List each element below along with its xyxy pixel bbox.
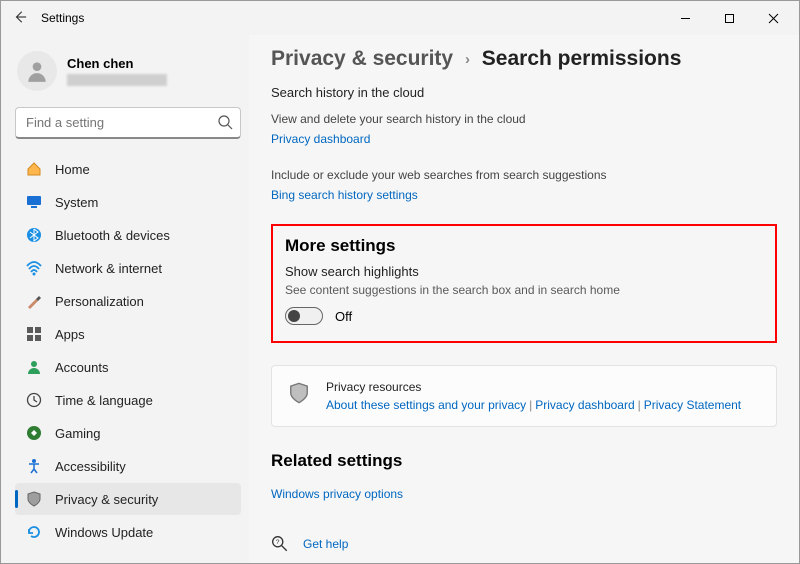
svg-text:?: ? [276,539,280,546]
privacy-dashboard-link[interactable]: Privacy dashboard [535,398,634,412]
sidebar-item-home[interactable]: Home [15,153,241,185]
gaming-icon [25,424,43,442]
time-icon [25,391,43,409]
shield-icon [288,382,310,404]
privacy-statement-link[interactable]: Privacy Statement [644,398,741,412]
get-help-link[interactable]: ? Get help [271,535,777,553]
profile-email [67,74,167,86]
close-button[interactable] [751,3,795,33]
sidebar-item-accessibility[interactable]: Accessibility [15,450,241,482]
bing-history-section: Include or exclude your web searches fro… [271,168,777,204]
help-icon: ? [271,535,289,553]
search-icon [217,114,233,130]
sidebar-item-label: Network & internet [55,261,162,276]
system-icon [25,193,43,211]
minimize-button[interactable] [663,3,707,33]
back-button[interactable] [5,10,35,27]
sidebar-item-label: Privacy & security [55,492,158,507]
page-title: Search permissions [482,47,682,70]
sidebar: Chen chen Home System Bluetooth & device… [1,35,249,563]
bluetooth-icon [25,226,43,244]
bing-history-link[interactable]: Bing search history settings [271,188,418,202]
sidebar-item-label: Personalization [55,294,144,309]
sidebar-item-label: Time & language [55,393,153,408]
toggle-title: Show search highlights [285,264,763,279]
sidebar-item-label: Apps [55,327,85,342]
sidebar-item-time[interactable]: Time & language [15,384,241,416]
sidebar-item-system[interactable]: System [15,186,241,218]
search-input[interactable] [15,107,241,139]
profile-header[interactable]: Chen chen [15,45,241,105]
main-content: Privacy & security › Search permissions … [249,35,799,563]
home-icon [25,160,43,178]
toggle-desc: See content suggestions in the search bo… [285,283,763,297]
section-desc: View and delete your search history in t… [271,112,777,126]
section-heading: Search history in the cloud [271,85,777,100]
link-label: Get help [303,537,348,551]
sidebar-item-network[interactable]: Network & internet [15,252,241,284]
sidebar-item-accounts[interactable]: Accounts [15,351,241,383]
windows-privacy-options-link[interactable]: Windows privacy options [271,487,403,501]
sidebar-item-update[interactable]: Windows Update [15,516,241,548]
nav-list: Home System Bluetooth & devices Network … [15,153,241,548]
profile-name: Chen chen [67,56,167,71]
related-settings-heading: Related settings [271,451,777,471]
sidebar-item-label: Gaming [55,426,101,441]
privacy-dashboard-link[interactable]: Privacy dashboard [271,132,370,146]
more-settings-heading: More settings [285,236,763,256]
accounts-icon [25,358,43,376]
about-settings-link[interactable]: About these settings and your privacy [326,398,526,412]
sidebar-item-label: Accounts [55,360,108,375]
sidebar-item-label: System [55,195,98,210]
update-icon [25,523,43,541]
window-title: Settings [41,11,84,25]
avatar [17,51,57,91]
toggle-state-label: Off [335,309,352,324]
sidebar-item-label: Bluetooth & devices [55,228,170,243]
titlebar: Settings [1,1,799,35]
sidebar-item-label: Home [55,162,90,177]
sidebar-item-apps[interactable]: Apps [15,318,241,350]
sidebar-item-bluetooth[interactable]: Bluetooth & devices [15,219,241,251]
more-settings-highlight: More settings Show search highlights See… [271,224,777,343]
breadcrumb: Privacy & security › Search permissions [271,47,777,71]
privacy-resources-card: Privacy resources About these settings a… [271,365,777,427]
section-desc: Include or exclude your web searches fro… [271,168,777,182]
chevron-right-icon: › [465,51,470,68]
search-box[interactable] [15,107,241,139]
sidebar-item-label: Accessibility [55,459,126,474]
maximize-button[interactable] [707,3,751,33]
card-title: Privacy resources [326,380,741,394]
apps-icon [25,325,43,343]
sidebar-item-privacy[interactable]: Privacy & security [15,483,241,515]
accessibility-icon [25,457,43,475]
sidebar-item-personalization[interactable]: Personalization [15,285,241,317]
personalization-icon [25,292,43,310]
breadcrumb-parent[interactable]: Privacy & security [271,47,453,70]
sidebar-item-label: Windows Update [55,525,153,540]
cloud-history-section: Search history in the cloud View and del… [271,85,777,148]
search-highlights-toggle[interactable] [285,307,323,325]
sidebar-item-gaming[interactable]: Gaming [15,417,241,449]
network-icon [25,259,43,277]
shield-icon [25,490,43,508]
